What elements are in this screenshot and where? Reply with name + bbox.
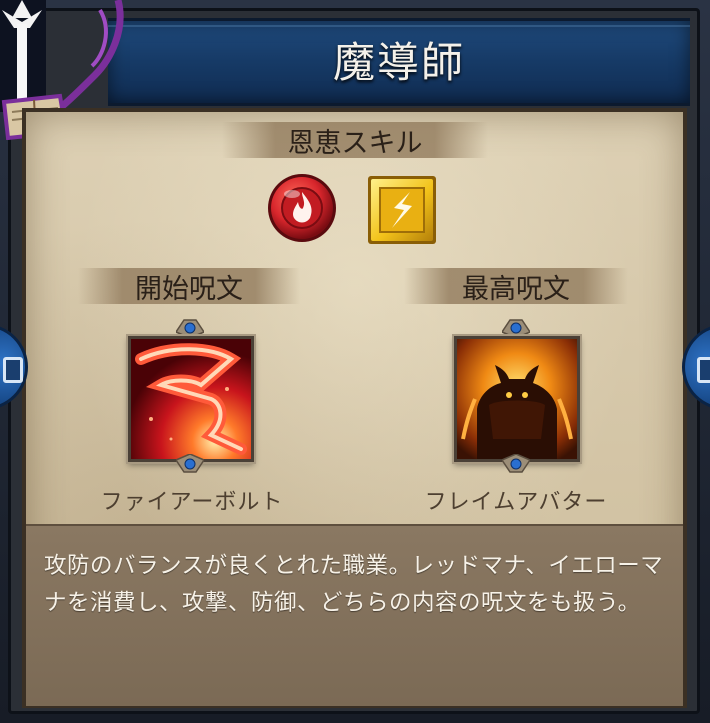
chevron-left-icon [3, 357, 23, 383]
chevron-right-icon [697, 357, 710, 383]
blue-gem-icon [176, 454, 204, 473]
class-description: 攻防のバランスが良くとれた職業。レッドマナ、イエローマナを消費し、攻撃、防御、ど… [44, 553, 664, 616]
blue-gem-icon [502, 319, 530, 338]
fire-bolt-spell-card[interactable] [128, 336, 254, 462]
blue-gem-icon [176, 319, 204, 338]
boon-skill-label: 恩恵スキル [222, 122, 488, 159]
red-mana-flame-icon[interactable] [266, 172, 338, 244]
flame-avatar-icon [457, 339, 577, 459]
top-spell-label: 最高呪文 [404, 268, 628, 305]
class-title: 魔導師 [332, 37, 465, 87]
top-spell-name: フレイムアバター [424, 490, 608, 515]
start-spell-name: ファイアーボルト [100, 490, 284, 515]
fire-bolt-icon [131, 339, 251, 459]
start-spell-label: 開始呪文 [78, 268, 300, 305]
yellow-mana-lightning-icon[interactable] [366, 174, 438, 246]
blue-gem-icon [502, 454, 530, 473]
flame-avatar-spell-card[interactable] [454, 336, 580, 462]
